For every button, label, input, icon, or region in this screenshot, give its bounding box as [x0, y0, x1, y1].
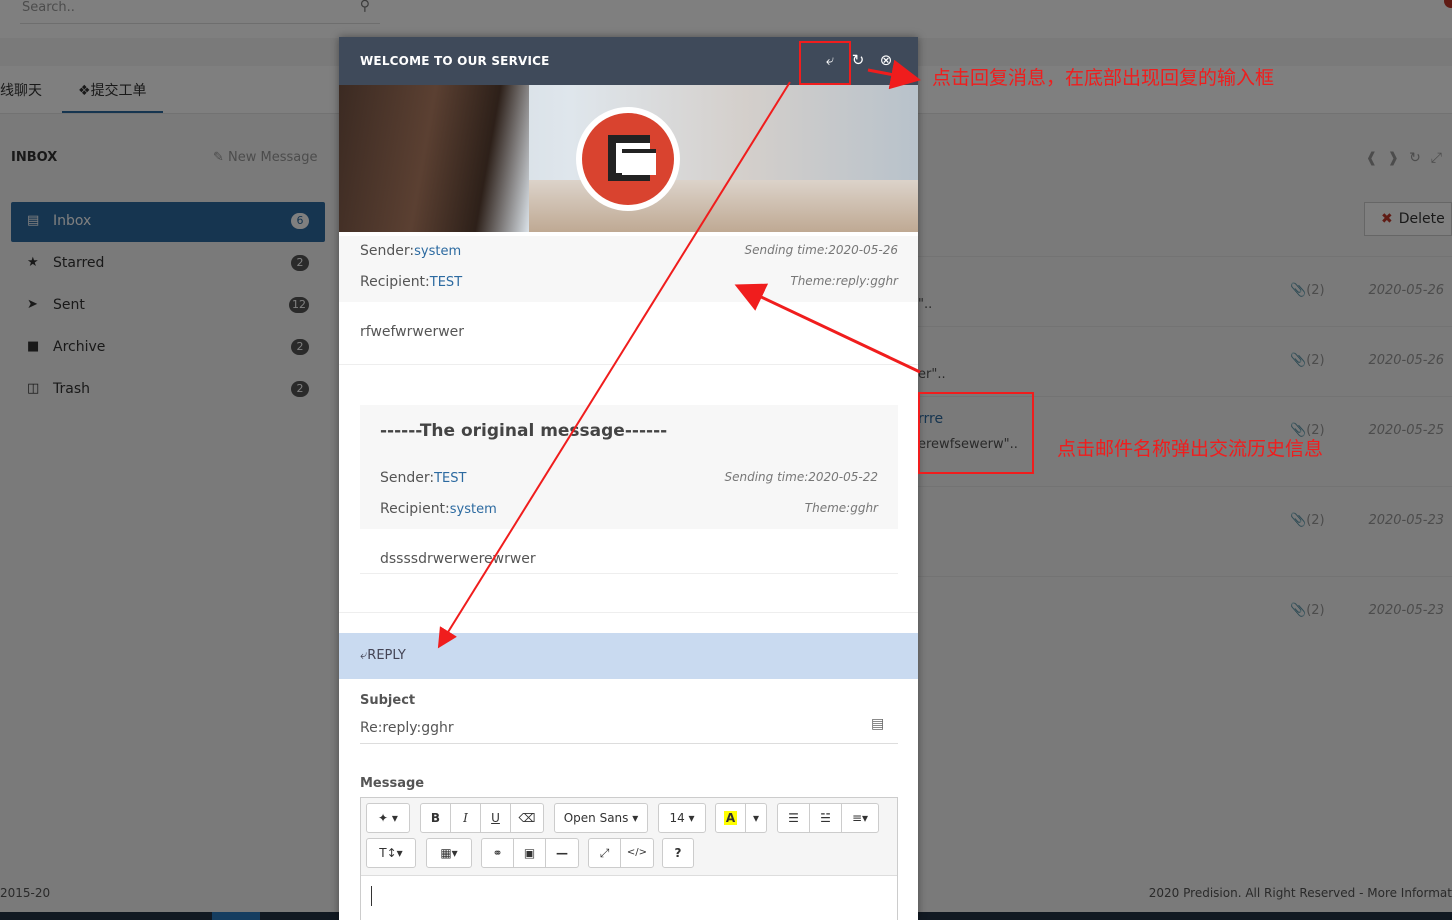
- align-icon: ≡: [851, 811, 863, 825]
- sending-time: Sending time:2020-05-26: [744, 243, 899, 257]
- numbered-list-icon: ☱: [820, 811, 831, 825]
- magic-wand-dropdown[interactable]: ✦ ▾: [367, 804, 409, 832]
- numbered-list-button[interactable]: ☱: [810, 804, 842, 832]
- recipient-label: Recipient:: [380, 501, 450, 517]
- message-meta: Sender:system Sending time:2020-05-26 Re…: [339, 236, 918, 302]
- size-group: 14 ▾: [658, 803, 706, 833]
- code-view-button[interactable]: </>: [621, 839, 653, 867]
- original-recipient-row: Recipient:system Theme:gghr: [360, 494, 898, 525]
- align-dropdown[interactable]: ≡▾: [842, 804, 878, 832]
- style-group: ✦ ▾: [366, 803, 410, 833]
- message-body: rfwefwrwerwer: [360, 324, 465, 340]
- list-group: ☰ ☱ ≡▾: [777, 803, 879, 833]
- message-editor-area[interactable]: [361, 875, 897, 920]
- color-group: A ▾: [715, 803, 767, 833]
- insert-group: ⚭ ▣ —: [481, 838, 579, 868]
- banner-tree-trunk: [339, 85, 529, 232]
- text-color-button[interactable]: A: [716, 804, 746, 832]
- help-button[interactable]: ?: [663, 839, 693, 867]
- sender-field: Sender:system: [360, 243, 461, 259]
- modal-banner-image: [339, 85, 918, 232]
- underline-button[interactable]: U: [481, 804, 511, 832]
- table-dropdown[interactable]: ▦▾: [427, 839, 471, 867]
- subject-input[interactable]: [360, 713, 898, 744]
- original-sending-time: Sending time:2020-05-22: [724, 470, 879, 484]
- recipient-link[interactable]: TEST: [430, 275, 462, 290]
- annotation-mail-highlight: [918, 392, 1034, 474]
- text-color-swatch: A: [723, 811, 738, 825]
- bullet-list-icon: ☰: [788, 811, 799, 825]
- original-theme-text: Theme:gghr: [804, 501, 878, 515]
- annotation-note-history: 点击邮件名称弹出交流历史信息: [1057, 438, 1324, 460]
- annotation-reply-highlight: [799, 41, 851, 85]
- divider: [339, 364, 918, 365]
- original-recipient-link[interactable]: system: [450, 502, 497, 517]
- message-modal: WELCOME TO OUR SERVICE ⤶ ↻ ⊗ Sender:syst…: [339, 37, 918, 920]
- reply-heading: ⤶REPLY: [360, 648, 406, 663]
- recipient-label: Recipient:: [360, 274, 430, 290]
- divider: [339, 612, 918, 613]
- original-recipient-field: Recipient:system: [380, 501, 497, 517]
- font-family-dropdown[interactable]: Open Sans ▾: [555, 804, 647, 832]
- original-message-body: dssssdrwerwerewrwer: [380, 551, 536, 567]
- modal-title: WELCOME TO OUR SERVICE: [360, 54, 550, 68]
- text-height-dropdown[interactable]: T↕▾: [367, 839, 415, 867]
- original-sender-field: Sender:TEST: [380, 470, 466, 486]
- recipient-field: Recipient:TEST: [360, 274, 462, 290]
- view-group: ⤢ </>: [588, 838, 654, 868]
- bold-button[interactable]: B: [421, 804, 451, 832]
- original-sender-link[interactable]: TEST: [434, 471, 466, 486]
- sender-label: Sender:: [360, 243, 415, 259]
- book-icon: ▤: [871, 716, 885, 732]
- refresh-icon[interactable]: ↻: [849, 51, 867, 69]
- expand-icon: ⤢: [599, 846, 610, 860]
- sender-link[interactable]: system: [414, 244, 461, 259]
- sender-label: Sender:: [380, 470, 435, 486]
- image-icon: ▣: [523, 846, 536, 860]
- table-icon: ▦: [440, 846, 452, 860]
- meta-row-recipient: Recipient:TEST Theme:reply:gghr: [339, 267, 918, 298]
- code-icon: </>: [626, 847, 648, 858]
- font-group: Open Sans ▾: [554, 803, 648, 833]
- text-caret: [371, 886, 372, 906]
- format-group: B I U ⌫: [420, 803, 544, 833]
- close-circle-icon[interactable]: ⊗: [877, 51, 895, 69]
- fullscreen-button[interactable]: ⤢: [589, 839, 621, 867]
- divider: [360, 573, 898, 574]
- reply-section-header: ⤶REPLY: [339, 633, 918, 679]
- horizontal-rule-icon: —: [556, 846, 568, 860]
- italic-button[interactable]: I: [451, 804, 481, 832]
- horizontal-rule-button[interactable]: —: [546, 839, 578, 867]
- help-group: ?: [662, 838, 694, 868]
- original-sender-row: Sender:TEST Sending time:2020-05-22: [360, 463, 898, 494]
- rich-text-editor: ✦ ▾ B I U ⌫ Open Sans ▾ 14 ▾ A ▾ ☰ ☱ ≡▾: [360, 797, 898, 920]
- eraser-button[interactable]: ⌫: [511, 804, 543, 832]
- color-dropdown[interactable]: ▾: [746, 804, 766, 832]
- meta-row-sender: Sender:system Sending time:2020-05-26: [339, 236, 918, 267]
- font-size-dropdown[interactable]: 14 ▾: [659, 804, 705, 832]
- original-message-heading: ------The original message------: [380, 421, 668, 441]
- message-label: Message: [360, 776, 425, 791]
- original-message-box: ------The original message------ Sender:…: [360, 405, 898, 529]
- bullet-list-button[interactable]: ☰: [778, 804, 810, 832]
- font-size-value: 14: [669, 811, 685, 825]
- reply-heading-label: REPLY: [367, 648, 406, 663]
- annotation-note-reply: 点击回复消息，在底部出现回复的输入框: [932, 67, 1275, 89]
- brand-logo: [576, 107, 680, 211]
- font-family-value: Open Sans: [563, 811, 629, 825]
- link-icon: ⚭: [492, 846, 503, 860]
- subject-label: Subject: [360, 693, 416, 708]
- link-button[interactable]: ⚭: [482, 839, 514, 867]
- theme-text: Theme:reply:gghr: [790, 274, 898, 288]
- image-button[interactable]: ▣: [514, 839, 546, 867]
- heading-group: T↕▾: [366, 838, 416, 868]
- eraser-icon: ⌫: [518, 811, 536, 825]
- table-group: ▦▾: [426, 838, 472, 868]
